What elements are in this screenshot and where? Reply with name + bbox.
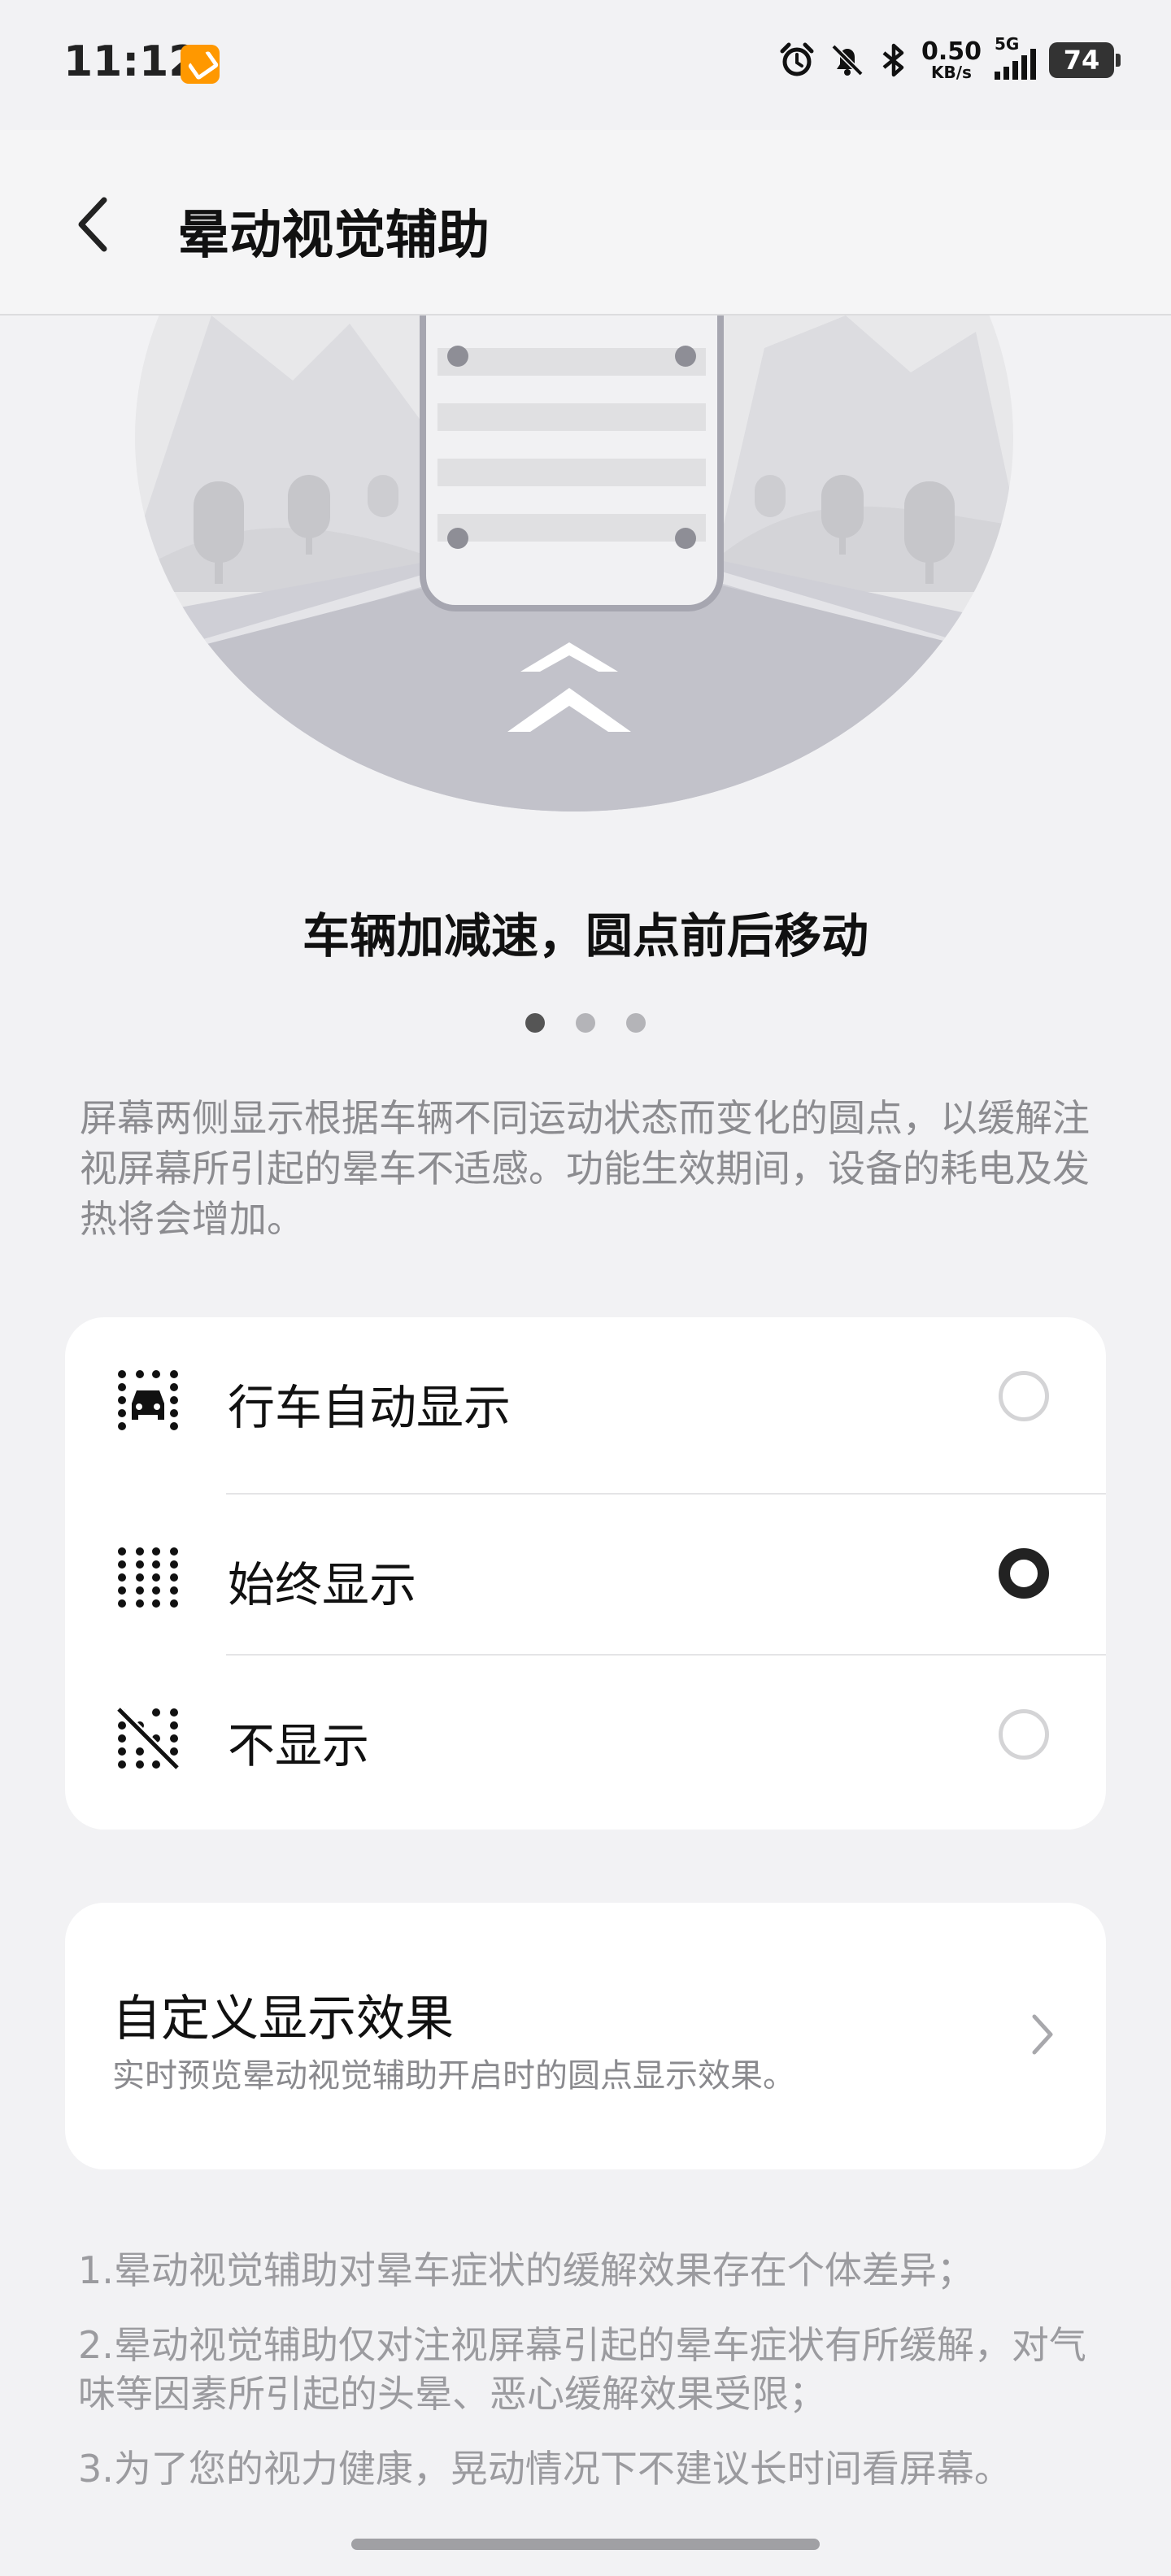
signal-icon: 5G [995,34,1036,80]
radio-hide[interactable] [999,1709,1049,1760]
option-label: 始终显示 [228,1557,417,1612]
app-badge-icon [181,45,220,84]
page-title: 晕动视觉辅助 [177,206,490,266]
status-icons: 0.50 KB/s 5G 74 [778,34,1121,85]
page-dot-2[interactable] [576,1013,595,1033]
car-dots-icon [118,1370,178,1430]
illustration-caption: 车辆加减速，圆点前后移动 [302,908,868,964]
alarm-icon [780,42,814,76]
custom-effect-card[interactable]: 自定义显示效果 实时预览晕动视觉辅助开启时的圆点显示效果。 [65,1903,1106,2169]
status-bar: 11:12 0.50 KB/s 5G 74 [0,0,1171,130]
custom-effect-subtitle: 实时预览晕动视觉辅助开启时的圆点显示效果。 [112,2057,795,2095]
dots-grid-icon [118,1547,178,1608]
net-speed-value: 0.50 [921,37,982,66]
note-item: 2.晕动视觉辅助仅对注视屏幕引起的晕车症状有所缓解，对气味等因素所引起的头晕、恶… [78,2323,1086,2416]
bell-off-icon [831,44,864,76]
app-header: 晕动视觉辅助 [0,130,1171,315]
battery-level: 74 [1063,45,1100,76]
option-always-show[interactable]: 始终显示 [65,1495,1106,1656]
motion-illustration [135,315,1013,812]
feature-description: 屏幕两侧显示根据车辆不同运动状态而变化的圆点，以缓解注视屏幕所引起的晕车不适感。… [80,1096,1090,1241]
chevron-left-icon[interactable] [68,192,117,257]
option-label: 行车自动显示 [228,1380,511,1435]
network-type: 5G [995,34,1020,54]
note-item: 3.为了您的视力健康，晃动情况下不建议长时间看屏幕。 [78,2447,1012,2491]
bluetooth-icon [882,43,904,77]
option-label: 不显示 [228,1718,370,1773]
page-indicator [0,1013,1171,1033]
radio-always[interactable] [999,1548,1049,1599]
option-hide[interactable]: 不显示 [65,1656,1106,1817]
battery-icon: 74 [1049,42,1121,78]
notes-list: 1.晕动视觉辅助对晕车症状的缓解效果存在个体差异； 2.晕动视觉辅助仅对注视屏幕… [78,2246,1095,2519]
network-speed: 0.50 KB/s [921,37,982,82]
home-indicator[interactable] [351,2539,820,2550]
page-dot-1[interactable] [525,1013,545,1033]
page-dot-3[interactable] [626,1013,646,1033]
net-speed-unit: KB/s [931,63,972,82]
custom-effect-title: 自定义显示效果 [112,1991,454,2047]
chevron-right-icon [1032,2014,1053,2055]
display-mode-card: 行车自动显示 始终显示 不显示 [65,1317,1106,1830]
status-time: 11:12 [63,37,198,86]
dots-off-icon [115,1706,181,1771]
option-auto-while-driving[interactable]: 行车自动显示 [65,1317,1106,1478]
radio-auto[interactable] [999,1371,1049,1421]
note-item: 1.晕动视觉辅助对晕车症状的缓解效果存在个体差异； [78,2248,974,2292]
